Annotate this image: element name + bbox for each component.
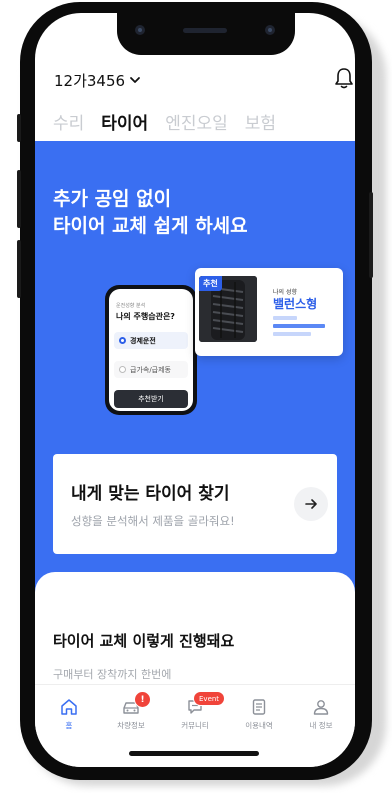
process-subtitle: 구매부터 장착까지 한번에 <box>53 668 172 681</box>
tire-hero-banner: 추가 공임 없이 타이어 교체 쉽게 하세요 운전성향 분석 나의 주행습관은?… <box>35 141 355 601</box>
recommend-badge: 추천 <box>199 276 222 291</box>
nav-home[interactable]: 홈 <box>39 697 99 731</box>
nav-vehicle-info[interactable]: ! 차량정보 <box>101 691 161 731</box>
home-icon <box>61 699 77 715</box>
find-my-tire-card[interactable]: 내게 맞는 타이어 찾기 성향을 분석해서 제품을 골라줘요! <box>53 454 337 554</box>
hero-title: 추가 공임 없이 타이어 교체 쉽게 하세요 <box>53 188 248 237</box>
tab-engine-oil[interactable]: 엔진오일 <box>165 109 228 142</box>
find-tire-title: 내게 맞는 타이어 찾기 <box>71 484 230 504</box>
survey-question: 나의 주행습관은? <box>116 312 175 321</box>
score-bar <box>273 332 311 336</box>
vehicle-selector[interactable]: 12가3456 <box>54 69 141 91</box>
nav-label: 커뮤니티 <box>181 721 209 730</box>
tab-tire[interactable]: 타이어 <box>101 109 148 144</box>
survey-subtitle: 운전성향 분석 <box>116 303 146 309</box>
process-title: 타이어 교체 이렇게 진행돼요 <box>53 632 235 650</box>
survey-recommend-button: 추천받기 <box>114 390 188 408</box>
nav-label: 내 정보 <box>309 721 333 730</box>
nav-label: 차량정보 <box>117 721 145 730</box>
survey-phone-illustration: 운전성향 분석 나의 주행습관은? 경제운전 급가속/급제동 추천받기 <box>105 285 197 415</box>
history-icon <box>252 699 266 715</box>
arrow-right-icon <box>305 499 317 509</box>
plate-number: 12가3456 <box>54 71 126 90</box>
arrow-right-button[interactable] <box>294 487 328 521</box>
tab-insurance[interactable]: 보험 <box>245 109 276 142</box>
app-screen: 12가3456 수리 타이어 엔진오일 보험 추가 공임 없이 타이어 교체 쉽… <box>35 13 355 767</box>
home-indicator <box>129 751 259 756</box>
survey-option: 급가속/급제동 <box>114 361 188 378</box>
nav-label: 홈 <box>65 721 73 730</box>
score-bar <box>273 316 297 320</box>
nav-label: 이용내역 <box>245 721 273 730</box>
find-tire-subtitle: 성향을 분석해서 제품을 골라줘요! <box>71 514 235 528</box>
radio-checked-icon <box>119 337 126 344</box>
device-notch <box>117 13 295 55</box>
tire-image: 추천 <box>199 276 257 342</box>
profile-icon <box>313 700 329 715</box>
event-badge: Event <box>193 691 226 706</box>
alert-badge: ! <box>134 691 151 708</box>
nav-my-info[interactable]: 내 정보 <box>291 697 351 731</box>
recommendation-result: 밸런스형 <box>273 297 318 311</box>
radio-unchecked-icon <box>119 366 126 373</box>
tab-repair[interactable]: 수리 <box>53 109 84 142</box>
bell-icon[interactable] <box>331 65 355 91</box>
survey-option-selected: 경제운전 <box>114 332 188 349</box>
nav-community[interactable]: Event 커뮤니티 <box>165 691 226 731</box>
category-tabs: 수리 타이어 엔진오일 보험 <box>53 109 276 144</box>
nav-history[interactable]: 이용내역 <box>229 697 289 731</box>
score-bar <box>273 324 325 328</box>
recommendation-card-illustration: 추천 나의 성향 밸런스형 <box>195 268 343 356</box>
chevron-down-icon <box>130 77 140 83</box>
